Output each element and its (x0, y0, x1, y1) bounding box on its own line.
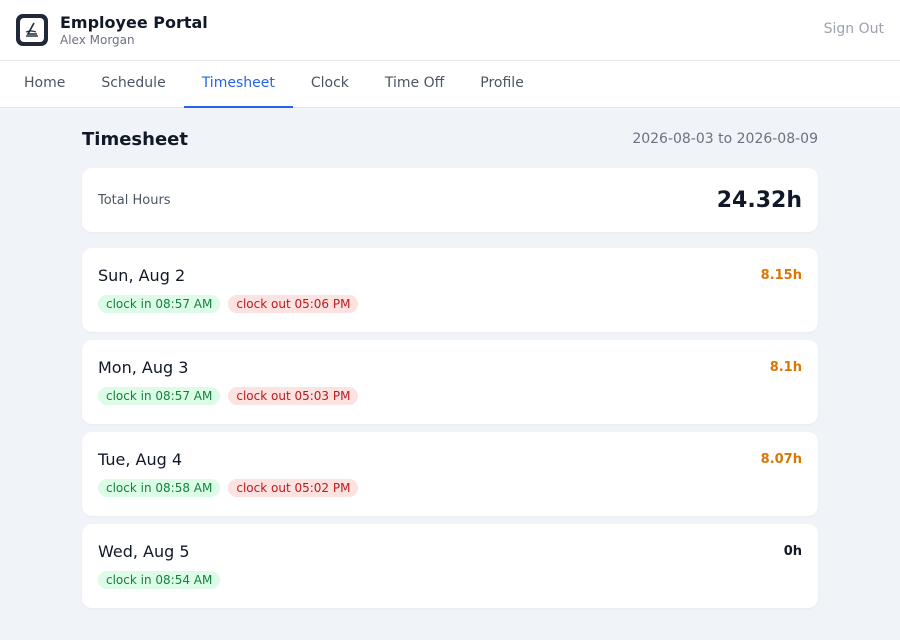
tab-home[interactable]: Home (6, 61, 83, 108)
app-title: Employee Portal (60, 13, 208, 32)
timesheet-main: Timesheet 2026-08-03 to 2026-08-09 Total… (82, 108, 818, 608)
clock-out-badge: clock out 05:02 PM (228, 479, 359, 497)
main-nav: Home Schedule Timesheet Clock Time Off P… (0, 61, 900, 108)
day-hours: 0h (783, 544, 802, 559)
day-badges: clock in 08:54 AM (98, 571, 802, 589)
day-card: Sun, Aug 2 8.15h clock in 08:57 AM clock… (82, 248, 818, 332)
tab-time-off[interactable]: Time Off (367, 61, 462, 108)
day-badges: clock in 08:57 AM clock out 05:06 PM (98, 295, 802, 313)
clock-in-badge: clock in 08:54 AM (98, 571, 221, 589)
app-logo (16, 14, 48, 46)
app-header: Employee Portal Alex Morgan Sign Out (0, 0, 900, 61)
tab-clock[interactable]: Clock (293, 61, 367, 108)
day-date: Tue, Aug 4 (98, 450, 183, 469)
day-date: Mon, Aug 3 (98, 358, 189, 377)
page-title: Timesheet (82, 128, 188, 150)
day-card: Mon, Aug 3 8.1h clock in 08:57 AM clock … (82, 340, 818, 424)
tab-timesheet[interactable]: Timesheet (183, 61, 293, 108)
day-hours: 8.15h (760, 268, 802, 283)
brand: Employee Portal Alex Morgan (60, 13, 208, 47)
clock-in-badge: clock in 08:57 AM (98, 295, 221, 313)
total-hours-label: Total Hours (98, 192, 171, 208)
day-badges: clock in 08:57 AM clock out 05:03 PM (98, 387, 802, 405)
clock-out-badge: clock out 05:03 PM (228, 387, 359, 405)
sign-out-button[interactable]: Sign Out (824, 21, 884, 37)
day-card: Wed, Aug 5 0h clock in 08:54 AM (82, 524, 818, 608)
tab-profile[interactable]: Profile (462, 61, 542, 108)
date-range: 2026-08-03 to 2026-08-09 (632, 131, 818, 147)
clock-in-badge: clock in 08:57 AM (98, 387, 221, 405)
day-date: Wed, Aug 5 (98, 542, 190, 561)
day-card: Tue, Aug 4 8.07h clock in 08:58 AM clock… (82, 432, 818, 516)
total-hours-card: Total Hours 24.32h (82, 168, 818, 232)
tab-schedule[interactable]: Schedule (83, 61, 183, 108)
clock-in-badge: clock in 08:58 AM (98, 479, 221, 497)
portal-icon (20, 18, 44, 42)
total-hours-value: 24.32h (716, 187, 802, 213)
day-date: Sun, Aug 2 (98, 266, 186, 285)
user-name: Alex Morgan (60, 33, 135, 47)
day-badges: clock in 08:58 AM clock out 05:02 PM (98, 479, 802, 497)
title-row: Timesheet 2026-08-03 to 2026-08-09 (82, 128, 818, 150)
day-hours: 8.07h (760, 452, 802, 467)
day-hours: 8.1h (769, 360, 802, 375)
clock-out-badge: clock out 05:06 PM (228, 295, 359, 313)
